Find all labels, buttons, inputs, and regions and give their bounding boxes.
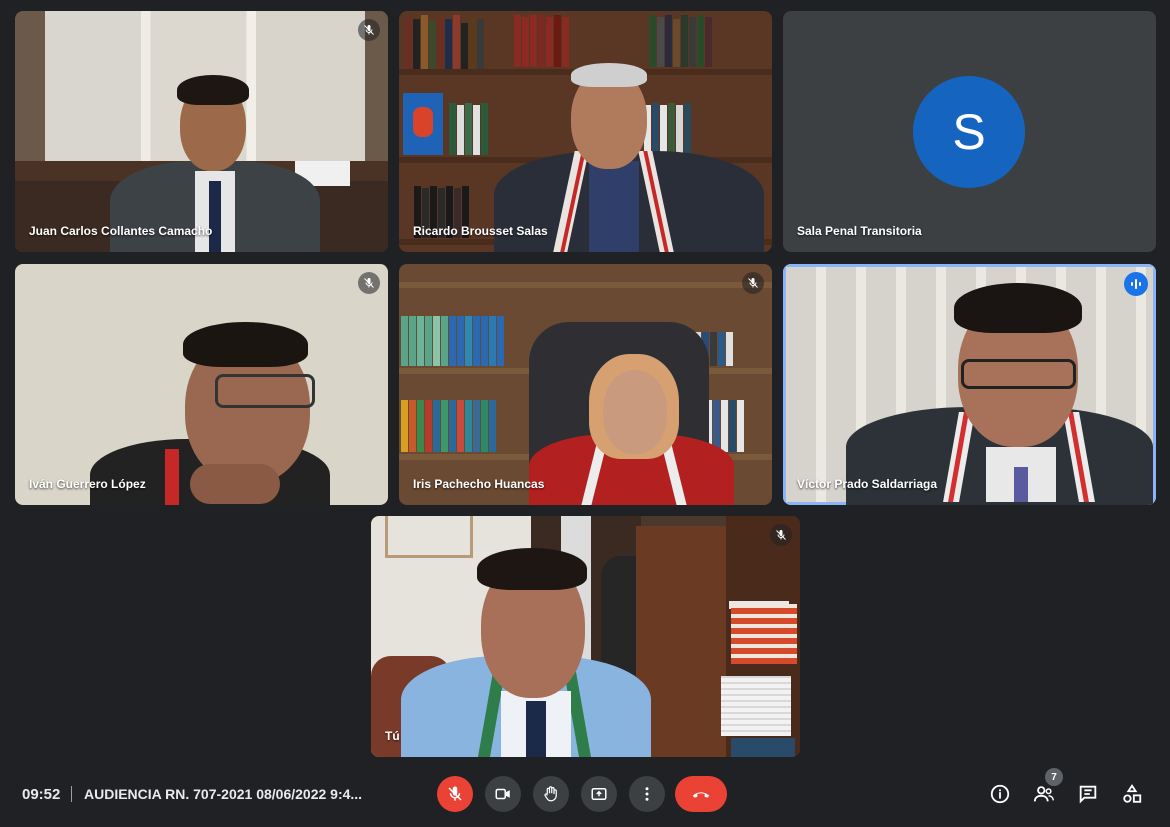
mic-off-icon: [776, 530, 786, 540]
video-feed: [399, 11, 772, 252]
people-icon: [1033, 786, 1054, 802]
participant-tile[interactable]: Iván Guerrero López: [15, 264, 388, 505]
muted-indicator: [358, 19, 380, 41]
info-icon: [990, 784, 1010, 804]
participant-name: Juan Carlos Collantes Camacho: [29, 224, 213, 238]
participant-name: Sala Penal Transitoria: [797, 224, 922, 238]
avatar-letter: S: [952, 104, 986, 160]
participant-tile[interactable]: S Sala Penal Transitoria: [783, 11, 1156, 252]
meeting-clock: 09:52: [22, 786, 61, 803]
video-feed: [786, 267, 1153, 505]
present-screen-button[interactable]: [581, 776, 617, 812]
mic-off-icon: [364, 278, 374, 288]
participant-tile[interactable]: Víctor Prado Saldarriaga: [783, 264, 1156, 505]
camera-icon: [495, 788, 510, 800]
raise-hand-button[interactable]: [533, 776, 569, 812]
meeting-details-button[interactable]: [986, 780, 1014, 808]
speaking-indicator: [1124, 272, 1148, 296]
activities-button[interactable]: [1118, 780, 1146, 808]
video-feed: [15, 11, 388, 252]
chat-icon: [1079, 785, 1097, 804]
more-options-button[interactable]: [629, 776, 665, 812]
muted-indicator: [770, 524, 792, 546]
participant-name: Tú: [385, 729, 400, 743]
end-call-icon: [692, 792, 710, 798]
video-feed: [15, 264, 388, 505]
end-call-button[interactable]: [675, 776, 727, 812]
participant-tile[interactable]: Juan Carlos Collantes Camacho: [15, 11, 388, 252]
people-count-badge: 7: [1045, 768, 1063, 786]
meeting-title[interactable]: AUDIENCIA RN. 707-2021 08/06/2022 9:4...: [84, 786, 362, 802]
mic-off-icon: [748, 278, 758, 288]
participant-name: Víctor Prado Saldarriaga: [797, 477, 938, 491]
muted-indicator: [742, 272, 764, 294]
audio-wave-icon: [1131, 279, 1141, 289]
present-icon: [591, 788, 607, 800]
more-icon: [645, 787, 649, 801]
participant-tile[interactable]: Iris Pachecho Huancas: [399, 264, 772, 505]
raise-hand-icon: [544, 786, 557, 802]
avatar: S: [913, 76, 1025, 188]
video-feed: [399, 264, 772, 505]
muted-indicator: [358, 272, 380, 294]
activities-icon: [1123, 784, 1142, 803]
participant-name: Ricardo Brousset Salas: [413, 224, 548, 238]
camera-toggle-button[interactable]: [485, 776, 521, 812]
participant-name: Iris Pachecho Huancas: [413, 477, 545, 491]
microphone-toggle-button[interactable]: [437, 776, 473, 812]
mic-off-icon: [364, 25, 374, 35]
self-view-tile[interactable]: Tú: [371, 516, 800, 757]
divider: [71, 786, 72, 802]
chat-button[interactable]: [1074, 780, 1102, 808]
participant-name: Iván Guerrero López: [29, 477, 146, 491]
participant-tile[interactable]: Ricardo Brousset Salas: [399, 11, 772, 252]
mic-off-icon: [448, 786, 462, 801]
video-feed: [371, 516, 800, 757]
